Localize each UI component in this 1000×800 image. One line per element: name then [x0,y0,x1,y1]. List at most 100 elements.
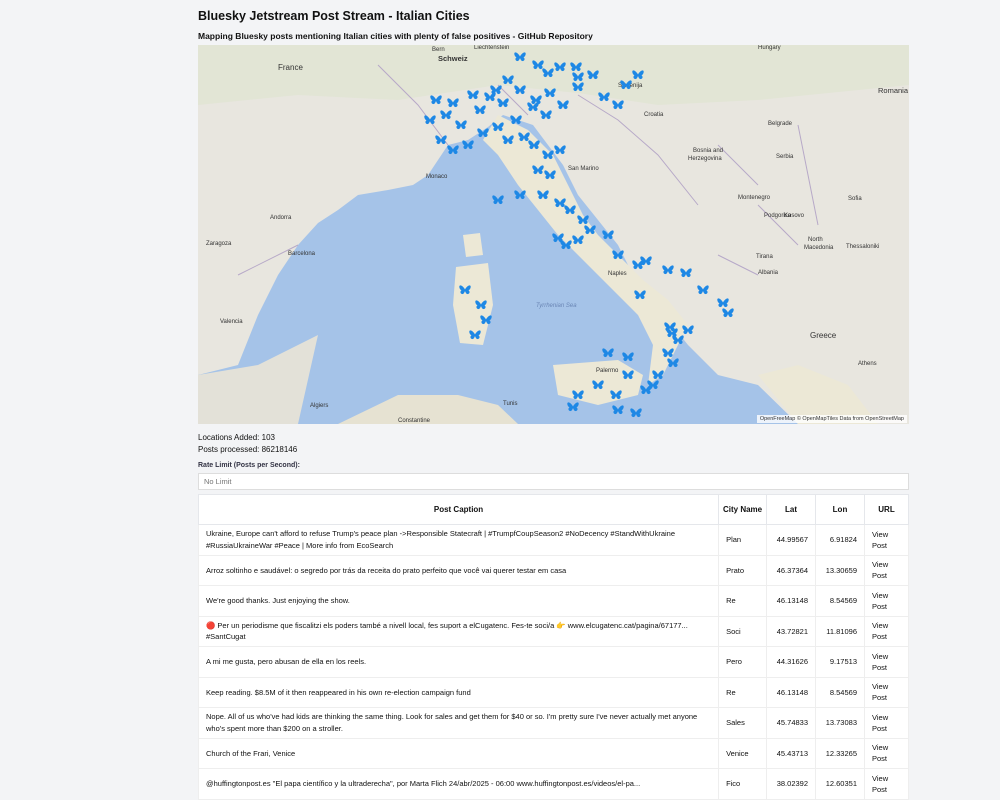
butterfly-icon[interactable] [447,98,459,109]
butterfly-icon[interactable] [622,352,634,363]
butterfly-icon[interactable] [602,348,614,359]
svg-text:Monaco: Monaco [426,174,448,180]
butterfly-icon[interactable] [554,145,566,156]
rate-limit-label: Rate Limit (Posts per Second): [198,462,300,469]
butterfly-icon[interactable] [469,330,481,341]
view-post-link[interactable]: View Post [864,768,909,800]
city-name: Re [718,676,768,708]
butterfly-icon[interactable] [435,135,447,146]
butterfly-icon[interactable] [722,308,734,319]
butterfly-icon[interactable] [630,408,642,419]
butterfly-icon[interactable] [554,62,566,73]
butterfly-icon[interactable] [528,140,540,151]
lat-value: 38.02392 [766,768,817,800]
lon-value: 13.30659 [815,554,865,586]
butterfly-icon[interactable] [484,92,496,103]
butterfly-icon[interactable] [430,95,442,106]
butterfly-icon[interactable] [447,145,459,156]
table-row: Church of the Frari, Venice Venice 45.4371… [197,737,909,769]
butterfly-icon[interactable] [497,98,509,109]
view-post-link[interactable]: View Post [864,524,909,556]
butterfly-icon[interactable] [440,110,452,121]
butterfly-icon[interactable] [514,190,526,201]
butterfly-icon[interactable] [697,285,709,296]
butterfly-icon[interactable] [572,390,584,401]
butterfly-icon[interactable] [602,230,614,241]
butterfly-icon[interactable] [552,233,564,244]
butterfly-icon[interactable] [598,92,610,103]
butterfly-icon[interactable] [632,70,644,81]
butterfly-icon[interactable] [572,72,584,83]
butterfly-icon[interactable] [510,115,522,126]
butterfly-icon[interactable] [477,128,489,139]
butterfly-icon[interactable] [622,370,634,381]
post-caption: @huffingtonpost.es "El papa científico y… [197,768,720,800]
butterfly-icon[interactable] [612,405,624,416]
view-post-link[interactable]: View Post [864,707,909,739]
butterfly-icon[interactable] [514,52,526,63]
butterfly-icon[interactable] [612,250,624,261]
city-name: Soci [718,615,768,647]
map-view[interactable]: Bern Liechtenstein Schweiz Hungary Franc… [198,45,909,424]
post-caption: Arroz soltinho e saudável: o segredo por… [197,554,720,586]
butterfly-icon[interactable] [662,265,674,276]
butterfly-icon[interactable] [564,205,576,216]
table-row: 🔴 Per un periodisme que fiscalitzi els p… [197,615,909,647]
butterfly-icon[interactable] [544,88,556,99]
butterfly-icon[interactable] [572,235,584,246]
butterfly-icon[interactable] [584,225,596,236]
butterfly-icon[interactable] [640,385,652,396]
butterfly-icon[interactable] [502,75,514,86]
butterfly-icon[interactable] [592,380,604,391]
butterfly-icon[interactable] [634,290,646,301]
butterfly-icon[interactable] [480,315,492,326]
map-attribution[interactable]: OpenFreeMap © OpenMapTiles Data from Ope… [756,415,907,423]
butterfly-icon[interactable] [474,105,486,116]
butterfly-icon[interactable] [540,110,552,121]
butterfly-icon[interactable] [587,70,599,81]
butterfly-icon[interactable] [527,102,539,113]
butterfly-icon[interactable] [424,115,436,126]
svg-text:Sofia: Sofia [848,196,862,202]
posts-processed: Posts processed: 86218146 [198,445,298,454]
butterfly-icon[interactable] [542,68,554,79]
page-container: Bluesky Jetstream Post Stream - Italian … [197,0,909,800]
butterfly-icon[interactable] [542,150,554,161]
butterfly-icon[interactable] [572,82,584,93]
svg-text:Albania: Albania [758,270,779,276]
butterfly-icon[interactable] [514,85,526,96]
rate-limit-input[interactable] [198,473,909,490]
view-post-link[interactable]: View Post [864,615,909,647]
view-post-link[interactable]: View Post [864,737,909,769]
butterfly-icon[interactable] [462,140,474,151]
butterfly-icon[interactable] [672,335,684,346]
view-post-link[interactable]: View Post [864,646,909,678]
butterfly-icon[interactable] [502,135,514,146]
butterfly-icon[interactable] [532,165,544,176]
lat-value: 46.13148 [766,676,817,708]
butterfly-icon[interactable] [544,170,556,181]
butterfly-icon[interactable] [640,256,652,267]
posts-table-body: Ukraine, Europe can't afford to refuse T… [197,524,909,800]
butterfly-icon[interactable] [680,268,692,279]
post-caption: Ukraine, Europe can't afford to refuse T… [197,524,720,556]
lon-value: 13.73083 [815,707,865,739]
view-post-link[interactable]: View Post [864,585,909,617]
butterfly-icon[interactable] [492,195,504,206]
view-post-link[interactable]: View Post [864,676,909,708]
butterfly-icon[interactable] [567,402,579,413]
butterfly-icon[interactable] [667,358,679,369]
butterfly-icon[interactable] [475,300,487,311]
butterfly-icon[interactable] [557,100,569,111]
butterfly-icon[interactable] [492,122,504,133]
butterfly-icon[interactable] [610,390,622,401]
butterfly-icon[interactable] [612,100,624,111]
view-post-link[interactable]: View Post [864,554,909,586]
butterfly-icon[interactable] [459,285,471,296]
butterfly-icon[interactable] [620,80,632,91]
lon-value: 12.33265 [815,737,865,769]
butterfly-icon[interactable] [455,120,467,131]
butterfly-icon[interactable] [537,190,549,201]
lat-value: 45.74833 [766,707,817,739]
butterfly-icon[interactable] [467,90,479,101]
